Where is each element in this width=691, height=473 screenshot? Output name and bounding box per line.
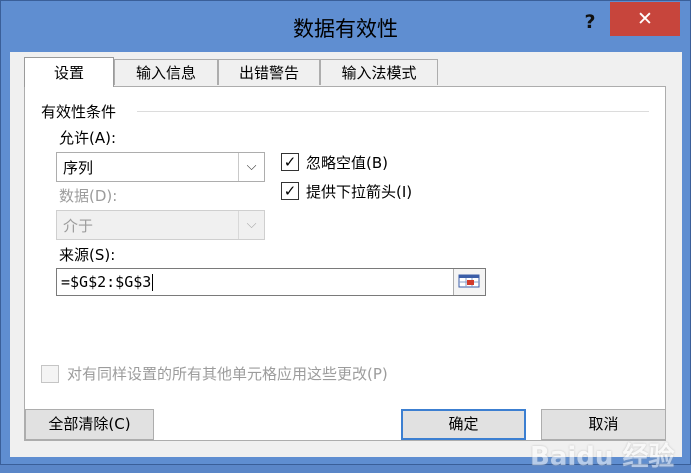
source-input[interactable]: =$G$2:$G$3 bbox=[56, 268, 486, 296]
data-label: 数据(D): bbox=[59, 187, 118, 205]
group-divider bbox=[137, 111, 649, 112]
checkmark-icon: ✓ bbox=[283, 153, 297, 171]
text-caret bbox=[152, 274, 153, 291]
tab-input-message[interactable]: 输入信息 bbox=[114, 59, 218, 85]
close-button[interactable]: ✕ bbox=[610, 2, 680, 36]
tab-error-alert[interactable]: 出错警告 bbox=[218, 59, 320, 85]
allow-value: 序列 bbox=[63, 159, 94, 177]
dialog-window: 数据有效性 ? ✕ 设置 输入信息 出错警告 输入法模式 有效性条件 允许(A)… bbox=[0, 0, 691, 472]
chevron-down-icon[interactable]: ⌵ bbox=[238, 153, 264, 181]
data-select: 介于 ⌵ bbox=[56, 210, 265, 240]
tab-settings[interactable]: 设置 bbox=[24, 57, 114, 87]
chevron-down-icon: ⌵ bbox=[238, 211, 264, 239]
dropdown-label[interactable]: 提供下拉箭头(I) bbox=[306, 181, 412, 202]
ignore-blank-checkbox[interactable]: ✓ bbox=[281, 153, 299, 171]
help-button[interactable]: ? bbox=[577, 9, 603, 35]
apply-all-label: 对有同样设置的所有其他单元格应用这些更改(P) bbox=[67, 365, 388, 383]
ok-button[interactable]: 确定 bbox=[401, 409, 526, 440]
apply-all-checkbox bbox=[41, 365, 59, 383]
ignore-blank-label[interactable]: 忽略空值(B) bbox=[306, 152, 388, 173]
allow-select[interactable]: 序列 ⌵ bbox=[56, 152, 265, 182]
dialog-client: 设置 输入信息 出错警告 输入法模式 有效性条件 允许(A): 序列 ⌵ 数据(… bbox=[10, 52, 682, 472]
data-value: 介于 bbox=[63, 217, 94, 235]
allow-label: 允许(A): bbox=[59, 129, 117, 147]
range-picker-button[interactable] bbox=[453, 269, 485, 295]
tab-ime-mode[interactable]: 输入法模式 bbox=[320, 59, 438, 85]
title-bar[interactable]: 数据有效性 ? ✕ bbox=[1, 1, 690, 51]
group-title: 有效性条件 bbox=[41, 103, 117, 121]
dropdown-checkbox[interactable]: ✓ bbox=[281, 182, 299, 200]
source-label: 来源(S): bbox=[59, 246, 116, 264]
close-icon: ✕ bbox=[637, 8, 653, 30]
settings-panel: 有效性条件 允许(A): 序列 ⌵ 数据(D): 介于 ⌵ ✓ 忽略空值(B) … bbox=[24, 86, 666, 441]
range-select-icon bbox=[458, 274, 480, 288]
watermark-logo: Baidu 经验 bbox=[530, 442, 675, 472]
checkmark-icon: ✓ bbox=[283, 182, 297, 200]
clear-all-button[interactable]: 全部清除(C) bbox=[25, 409, 154, 440]
source-value: =$G$2:$G$3 bbox=[61, 273, 152, 291]
